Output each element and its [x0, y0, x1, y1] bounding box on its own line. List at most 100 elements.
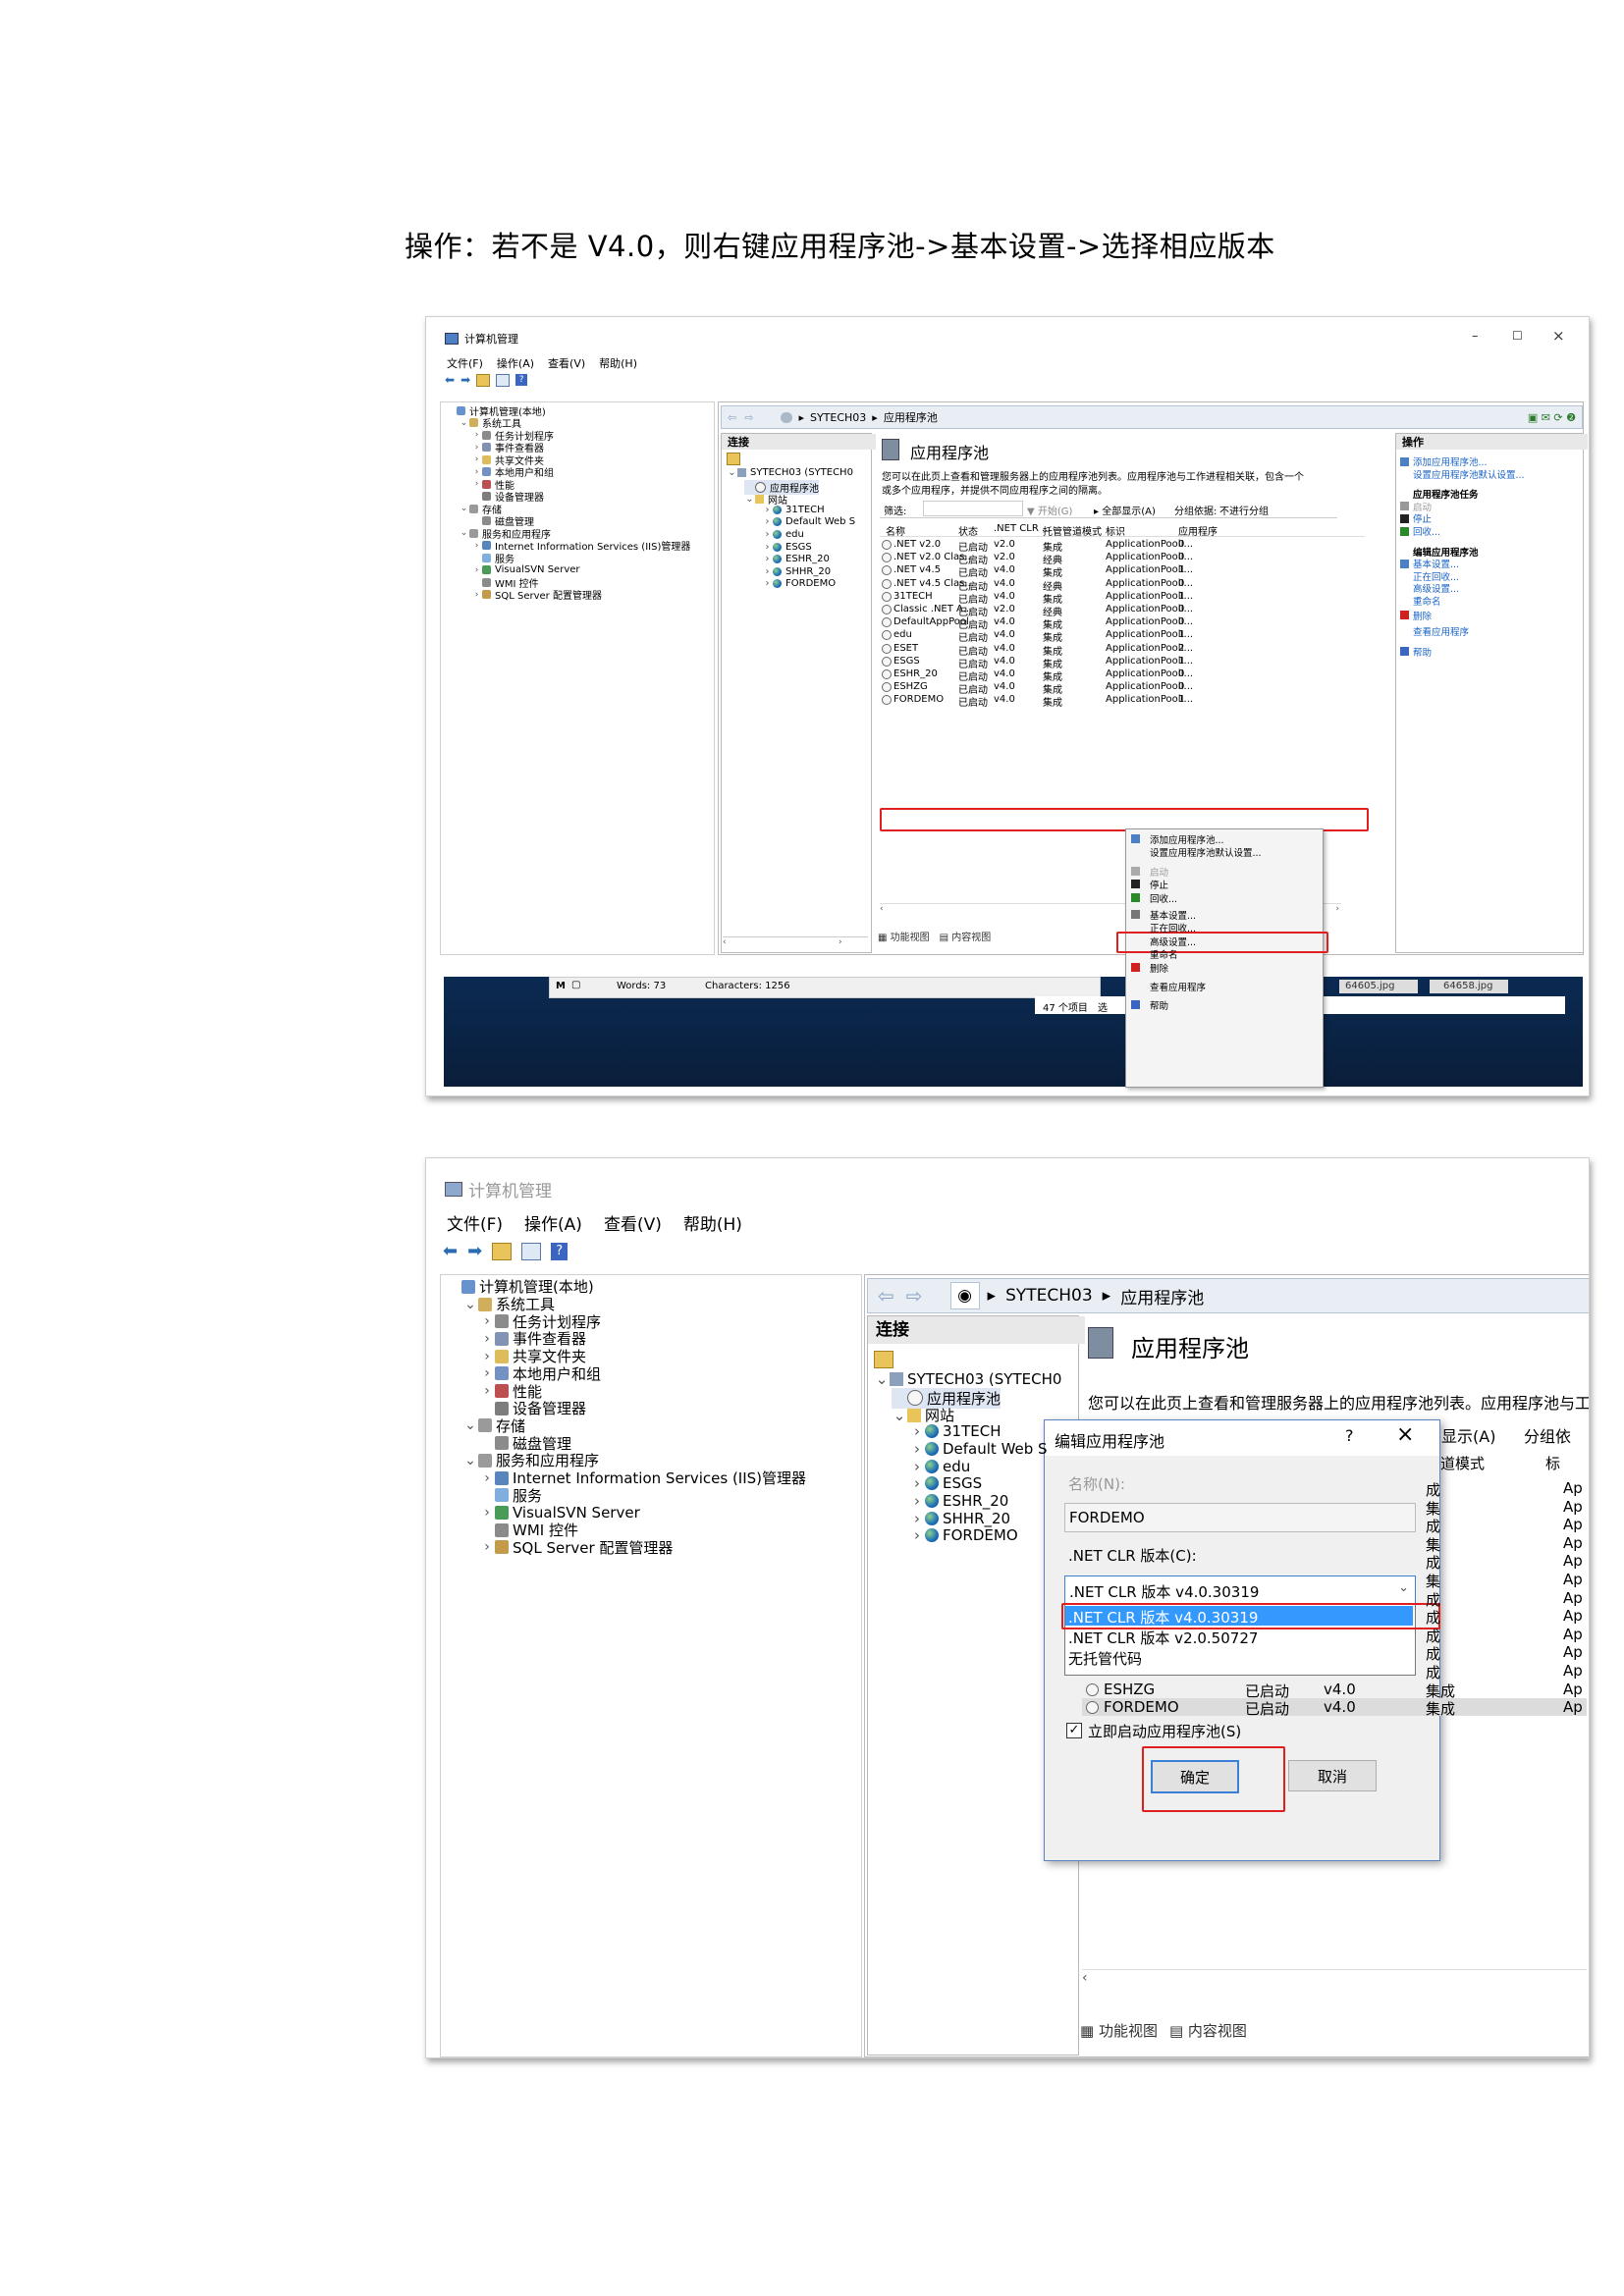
chevron-right-icon[interactable]: › — [471, 443, 482, 453]
nav-forward-icon[interactable]: ⇨ — [744, 411, 753, 424]
action-help[interactable]: 帮助 — [1400, 645, 1432, 659]
chevron-right-icon[interactable]: › — [471, 454, 482, 464]
context-menu-item[interactable]: 查看应用程序 — [1131, 980, 1206, 993]
chevron-right-icon[interactable]: › — [762, 578, 773, 589]
up-folder-icon[interactable] — [492, 1242, 513, 1260]
nav-back-icon[interactable]: ⇦ — [728, 411, 736, 424]
site-item[interactable]: › 31TECH — [909, 1422, 1001, 1440]
chevron-down-icon[interactable]: ⌄ — [727, 467, 737, 478]
column-header[interactable]: 名称 — [886, 523, 905, 538]
table-row[interactable]: ESHZG 已启动 v4.0 集成 ApplicationPoolI... 0 — [880, 681, 1365, 696]
chevron-right-icon[interactable]: › — [762, 566, 773, 577]
tree-item-visualsvn[interactable]: › VisualSVN Server — [479, 1504, 640, 1522]
nav-back-icon[interactable]: ⇦ — [878, 1284, 894, 1308]
chevron-right-icon[interactable]: › — [909, 1440, 925, 1458]
chevron-right-icon[interactable]: › — [479, 1313, 495, 1329]
tree-item-services-apps[interactable]: ⌄ 服务和应用程序 — [462, 1452, 599, 1469]
back-arrow-icon[interactable]: ⬅ — [443, 1241, 458, 1261]
tree-item-wmi[interactable]: WMI 控件 — [479, 1522, 578, 1539]
chevron-right-icon[interactable]: › — [471, 467, 482, 477]
chevron-right-icon[interactable]: › — [471, 541, 482, 551]
context-menu-item[interactable]: 添加应用程序池... — [1131, 832, 1224, 846]
chevron-down-icon[interactable]: ⌄ — [744, 494, 755, 505]
minimize-button[interactable]: – — [1472, 329, 1479, 344]
menu-action[interactable]: 操作(A) — [524, 1210, 582, 1235]
tree-item-services[interactable]: 服务 — [471, 552, 514, 565]
menu-view[interactable]: 查看(V) — [548, 355, 585, 371]
tree-item-sql[interactable]: › SQL Server 配置管理器 — [471, 589, 602, 603]
column-header[interactable]: 状态 — [958, 523, 978, 538]
content-scrollbar[interactable]: ‹ — [1082, 1969, 1587, 1988]
chevron-right-icon[interactable]: › — [762, 529, 773, 540]
table-row[interactable]: .NET v2.0 已启动 v2.0 集成 ApplicationPoolI... 0 — [880, 539, 1365, 554]
table-row[interactable]: Ap FORDEMO 已启动 v4.0 集成 — [1082, 1698, 1587, 1718]
help-icon[interactable]: ? — [551, 1242, 568, 1260]
up-folder-icon[interactable] — [476, 373, 491, 387]
forward-arrow-icon[interactable]: ➡ — [460, 373, 470, 387]
chevron-right-icon[interactable]: › — [909, 1492, 925, 1510]
conn-server-node[interactable]: ⌄ SYTECH03 (SYTECH0 — [727, 467, 853, 478]
filter-start-button[interactable]: ▼ 开始(G) — [1027, 503, 1072, 517]
tree-item-iis[interactable]: › Internet Information Services (IIS)管理器 — [479, 1469, 806, 1487]
breadcrumb-pools[interactable]: 应用程序池 — [884, 409, 938, 425]
chevron-right-icon[interactable]: › — [471, 430, 482, 440]
tree-item-disk-management[interactable]: 磁盘管理 — [479, 1434, 571, 1453]
table-row[interactable]: .NET v4.5 已启动 v4.0 集成 ApplicationPoolI... 1 — [880, 564, 1365, 579]
site-item[interactable]: › ESGS — [909, 1474, 982, 1492]
start-immediately-checkbox[interactable]: ✓ — [1066, 1723, 1082, 1738]
table-row[interactable]: Ap 成 — [1082, 1589, 1587, 1609]
table-row[interactable]: Ap 集 — [1082, 1571, 1587, 1590]
context-menu-item[interactable]: 设置应用程序池默认设置... — [1131, 845, 1262, 859]
chevron-right-icon[interactable]: › — [479, 1505, 495, 1521]
column-identity-header[interactable]: 标 — [1545, 1453, 1560, 1473]
chevron-right-icon[interactable]: › — [762, 516, 773, 527]
table-row[interactable]: .NET v4.5 Clas... 已启动 v4.0 经典 ApplicationPoo… — [880, 578, 1365, 593]
breadcrumb-pools[interactable]: 应用程序池 — [1120, 1284, 1204, 1308]
connect-icon[interactable] — [874, 1351, 893, 1368]
chevron-right-icon[interactable]: › — [479, 1470, 495, 1486]
content-view-tab[interactable]: ▤ 内容视图 — [1169, 2020, 1247, 2041]
context-menu-item[interactable]: 停止 — [1131, 878, 1168, 891]
chevron-right-icon[interactable]: › — [909, 1458, 925, 1475]
tree-item-shared-folders[interactable]: › 共享文件夹 — [479, 1348, 586, 1365]
context-menu-item[interactable]: 删除 — [1131, 961, 1168, 975]
column-header[interactable]: 应用程序 — [1178, 523, 1218, 538]
chevron-right-icon[interactable]: › — [762, 542, 773, 553]
table-row[interactable]: FORDEMO 已启动 v4.0 集成 ApplicationPoolI... 1 — [880, 694, 1365, 709]
chevron-right-icon[interactable]: › — [762, 505, 773, 515]
forward-arrow-icon[interactable]: ➡ — [467, 1241, 482, 1261]
action-view-apps[interactable]: 查看应用程序 — [1400, 624, 1469, 638]
action-delete[interactable]: 删除 — [1400, 609, 1432, 622]
maximize-button[interactable]: ☐ — [1512, 329, 1523, 343]
table-row[interactable]: Classic .NET A... 已启动 v2.0 经典 ApplicationPoo… — [880, 604, 1365, 618]
menu-help[interactable]: 帮助(H) — [683, 1210, 742, 1235]
table-row[interactable]: 31TECH 已启动 v4.0 集成 ApplicationPoolI... 1 — [880, 591, 1365, 606]
action-rename[interactable]: 重命名 — [1400, 594, 1441, 608]
site-item[interactable]: › FORDEMO — [909, 1526, 1018, 1544]
table-row[interactable]: DefaultAppPool 已启动 v4.0 集成 ApplicationPoolI.… — [880, 616, 1365, 631]
site-item[interactable]: › SHHR_20 — [762, 566, 832, 577]
back-arrow-icon[interactable]: ⬅ — [445, 373, 455, 387]
column-header[interactable]: 标识 — [1106, 523, 1125, 538]
chevron-right-icon[interactable]: › — [909, 1526, 925, 1544]
chevron-down-icon[interactable]: ⌄ — [892, 1407, 907, 1424]
context-menu-item[interactable]: 启动 — [1131, 865, 1168, 879]
chevron-right-icon[interactable]: › — [471, 479, 482, 489]
table-row[interactable]: Ap 集 — [1082, 1498, 1587, 1518]
context-menu-item[interactable]: 基本设置... — [1131, 908, 1196, 922]
chevron-right-icon[interactable]: › — [479, 1331, 495, 1347]
dialog-help-button[interactable]: ? — [1345, 1426, 1354, 1445]
chevron-right-icon[interactable]: › — [762, 554, 773, 564]
chevron-right-icon[interactable]: › — [479, 1349, 495, 1364]
menu-view[interactable]: 查看(V) — [604, 1210, 662, 1235]
chevron-right-icon[interactable]: › — [479, 1365, 495, 1381]
content-view-tab[interactable]: ▤ 内容视图 — [940, 929, 992, 943]
table-row[interactable]: ESET 已启动 v4.0 集成 ApplicationPoolI... 2 — [880, 643, 1365, 658]
table-row[interactable]: Ap 成 — [1082, 1516, 1587, 1535]
action-set-defaults[interactable]: 设置应用程序池默认设置... — [1400, 467, 1525, 481]
thumbnail-1[interactable]: 64605.jpg — [1339, 980, 1418, 993]
tree-item-sql[interactable]: › SQL Server 配置管理器 — [479, 1539, 673, 1557]
help-icon[interactable]: ? — [515, 374, 528, 386]
tree-item-performance[interactable]: › 性能 — [479, 1382, 542, 1401]
site-item[interactable]: › ESHR_20 — [909, 1492, 1008, 1510]
